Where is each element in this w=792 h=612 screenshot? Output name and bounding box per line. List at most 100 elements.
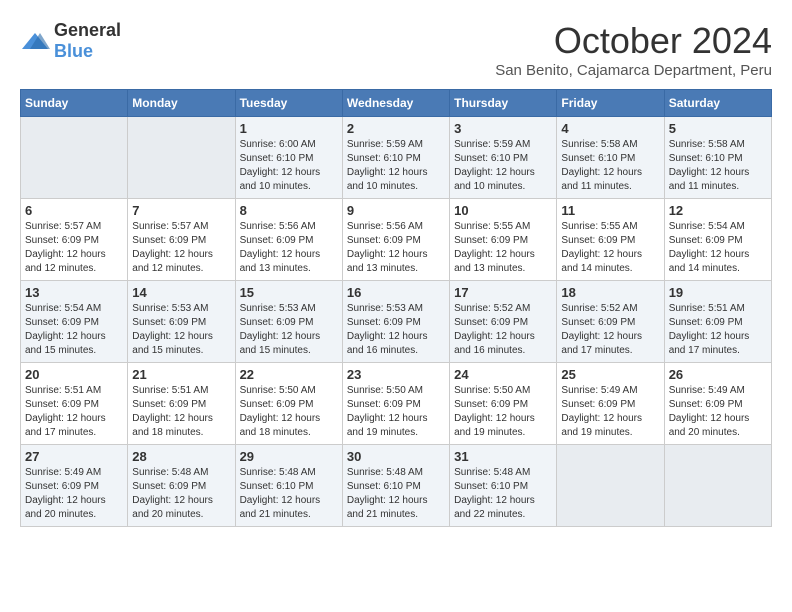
title-area: October 2024 San Benito, Cajamarca Depar… xyxy=(495,20,772,79)
calendar-cell xyxy=(664,445,771,527)
day-number: 7 xyxy=(132,203,230,218)
day-info: Sunrise: 5:50 AM Sunset: 6:09 PM Dayligh… xyxy=(454,384,552,440)
day-info: Sunrise: 5:52 AM Sunset: 6:09 PM Dayligh… xyxy=(561,302,659,358)
calendar-cell: 18 Sunrise: 5:52 AM Sunset: 6:09 PM Dayli… xyxy=(557,281,664,363)
day-number: 29 xyxy=(240,449,338,464)
day-number: 19 xyxy=(669,285,767,300)
day-info: Sunrise: 5:59 AM Sunset: 6:10 PM Dayligh… xyxy=(347,138,445,194)
day-info: Sunrise: 5:48 AM Sunset: 6:10 PM Dayligh… xyxy=(347,466,445,522)
calendar-cell: 2 Sunrise: 5:59 AM Sunset: 6:10 PM Daylig… xyxy=(342,117,449,199)
day-number: 26 xyxy=(669,367,767,382)
day-info: Sunrise: 5:58 AM Sunset: 6:10 PM Dayligh… xyxy=(669,138,767,194)
day-number: 16 xyxy=(347,285,445,300)
day-number: 17 xyxy=(454,285,552,300)
location-title: San Benito, Cajamarca Department, Peru xyxy=(495,62,772,79)
calendar-cell: 10 Sunrise: 5:55 AM Sunset: 6:09 PM Dayli… xyxy=(450,199,557,281)
day-number: 11 xyxy=(561,203,659,218)
logo-blue: Blue xyxy=(54,41,93,61)
day-number: 5 xyxy=(669,121,767,136)
day-info: Sunrise: 5:54 AM Sunset: 6:09 PM Dayligh… xyxy=(25,302,123,358)
day-info: Sunrise: 5:51 AM Sunset: 6:09 PM Dayligh… xyxy=(25,384,123,440)
day-number: 4 xyxy=(561,121,659,136)
day-info: Sunrise: 5:53 AM Sunset: 6:09 PM Dayligh… xyxy=(132,302,230,358)
calendar: SundayMondayTuesdayWednesdayThursdayFrid… xyxy=(20,89,772,527)
day-info: Sunrise: 5:48 AM Sunset: 6:09 PM Dayligh… xyxy=(132,466,230,522)
day-number: 10 xyxy=(454,203,552,218)
calendar-cell xyxy=(557,445,664,527)
day-info: Sunrise: 5:55 AM Sunset: 6:09 PM Dayligh… xyxy=(454,220,552,276)
day-number: 1 xyxy=(240,121,338,136)
day-info: Sunrise: 5:57 AM Sunset: 6:09 PM Dayligh… xyxy=(132,220,230,276)
day-number: 27 xyxy=(25,449,123,464)
weekday-header-sunday: Sunday xyxy=(21,90,128,117)
calendar-cell: 8 Sunrise: 5:56 AM Sunset: 6:09 PM Daylig… xyxy=(235,199,342,281)
calendar-cell: 3Sunrise: 5:59 AM Sunset: 6:10 PM Daylig… xyxy=(450,117,557,199)
calendar-cell xyxy=(128,117,235,199)
weekday-header-friday: Friday xyxy=(557,90,664,117)
day-number: 8 xyxy=(240,203,338,218)
calendar-cell: 17 Sunrise: 5:52 AM Sunset: 6:09 PM Dayli… xyxy=(450,281,557,363)
day-info: Sunrise: 5:51 AM Sunset: 6:09 PM Dayligh… xyxy=(132,384,230,440)
day-number: 21 xyxy=(132,367,230,382)
day-number: 9 xyxy=(347,203,445,218)
calendar-cell: 29 Sunrise: 5:48 AM Sunset: 6:10 PM Dayli… xyxy=(235,445,342,527)
calendar-cell: 28 Sunrise: 5:48 AM Sunset: 6:09 PM Dayli… xyxy=(128,445,235,527)
weekday-header-monday: Monday xyxy=(128,90,235,117)
calendar-cell: 15Sunrise: 5:53 AM Sunset: 6:09 PM Dayli… xyxy=(235,281,342,363)
calendar-cell: 13 Sunrise: 5:54 AM Sunset: 6:09 PM Dayli… xyxy=(21,281,128,363)
day-number: 2 xyxy=(347,121,445,136)
day-info: Sunrise: 5:50 AM Sunset: 6:09 PM Dayligh… xyxy=(347,384,445,440)
day-info: Sunrise: 5:57 AM Sunset: 6:09 PM Dayligh… xyxy=(25,220,123,276)
day-info: Sunrise: 5:49 AM Sunset: 6:09 PM Dayligh… xyxy=(561,384,659,440)
calendar-week-3: 13 Sunrise: 5:54 AM Sunset: 6:09 PM Dayli… xyxy=(21,281,772,363)
weekday-header-row: SundayMondayTuesdayWednesdayThursdayFrid… xyxy=(21,90,772,117)
logo-general: General xyxy=(54,20,121,40)
day-info: Sunrise: 5:49 AM Sunset: 6:09 PM Dayligh… xyxy=(25,466,123,522)
day-number: 20 xyxy=(25,367,123,382)
logo: General Blue xyxy=(20,20,121,62)
calendar-cell: 21 Sunrise: 5:51 AM Sunset: 6:09 PM Dayli… xyxy=(128,363,235,445)
day-info: Sunrise: 5:58 AM Sunset: 6:10 PM Dayligh… xyxy=(561,138,659,194)
calendar-week-4: 20 Sunrise: 5:51 AM Sunset: 6:09 PM Dayli… xyxy=(21,363,772,445)
day-number: 24 xyxy=(454,367,552,382)
day-info: Sunrise: 5:51 AM Sunset: 6:09 PM Dayligh… xyxy=(669,302,767,358)
weekday-header-thursday: Thursday xyxy=(450,90,557,117)
day-info: Sunrise: 5:48 AM Sunset: 6:10 PM Dayligh… xyxy=(240,466,338,522)
day-number: 22 xyxy=(240,367,338,382)
calendar-week-1: 1Sunrise: 6:00 AM Sunset: 6:10 PM Daylig… xyxy=(21,117,772,199)
day-number: 23 xyxy=(347,367,445,382)
day-number: 13 xyxy=(25,285,123,300)
calendar-cell: 19 Sunrise: 5:51 AM Sunset: 6:09 PM Dayli… xyxy=(664,281,771,363)
calendar-cell xyxy=(21,117,128,199)
calendar-cell: 30 Sunrise: 5:48 AM Sunset: 6:10 PM Dayli… xyxy=(342,445,449,527)
calendar-cell: 1Sunrise: 6:00 AM Sunset: 6:10 PM Daylig… xyxy=(235,117,342,199)
calendar-cell: 12Sunrise: 5:54 AM Sunset: 6:09 PM Dayli… xyxy=(664,199,771,281)
day-number: 28 xyxy=(132,449,230,464)
calendar-cell: 16Sunrise: 5:53 AM Sunset: 6:09 PM Dayli… xyxy=(342,281,449,363)
calendar-cell: 4 Sunrise: 5:58 AM Sunset: 6:10 PM Daylig… xyxy=(557,117,664,199)
day-info: Sunrise: 5:52 AM Sunset: 6:09 PM Dayligh… xyxy=(454,302,552,358)
calendar-cell: 23 Sunrise: 5:50 AM Sunset: 6:09 PM Dayli… xyxy=(342,363,449,445)
day-number: 31 xyxy=(454,449,552,464)
month-title: October 2024 xyxy=(495,20,772,62)
calendar-cell: 22Sunrise: 5:50 AM Sunset: 6:09 PM Dayli… xyxy=(235,363,342,445)
day-info: Sunrise: 5:56 AM Sunset: 6:09 PM Dayligh… xyxy=(347,220,445,276)
day-number: 18 xyxy=(561,285,659,300)
calendar-cell: 25 Sunrise: 5:49 AM Sunset: 6:09 PM Dayli… xyxy=(557,363,664,445)
calendar-cell: 14Sunrise: 5:53 AM Sunset: 6:09 PM Dayli… xyxy=(128,281,235,363)
calendar-cell: 20 Sunrise: 5:51 AM Sunset: 6:09 PM Dayli… xyxy=(21,363,128,445)
day-info: Sunrise: 5:48 AM Sunset: 6:10 PM Dayligh… xyxy=(454,466,552,522)
header: General Blue October 2024 San Benito, Ca… xyxy=(20,20,772,79)
day-number: 3 xyxy=(454,121,552,136)
day-number: 15 xyxy=(240,285,338,300)
day-info: Sunrise: 5:49 AM Sunset: 6:09 PM Dayligh… xyxy=(669,384,767,440)
weekday-header-tuesday: Tuesday xyxy=(235,90,342,117)
day-info: Sunrise: 5:56 AM Sunset: 6:09 PM Dayligh… xyxy=(240,220,338,276)
calendar-cell: 9 Sunrise: 5:56 AM Sunset: 6:09 PM Daylig… xyxy=(342,199,449,281)
day-number: 30 xyxy=(347,449,445,464)
weekday-header-saturday: Saturday xyxy=(664,90,771,117)
day-number: 25 xyxy=(561,367,659,382)
day-number: 12 xyxy=(669,203,767,218)
calendar-cell: 31 Sunrise: 5:48 AM Sunset: 6:10 PM Dayli… xyxy=(450,445,557,527)
calendar-cell: 11Sunrise: 5:55 AM Sunset: 6:09 PM Dayli… xyxy=(557,199,664,281)
